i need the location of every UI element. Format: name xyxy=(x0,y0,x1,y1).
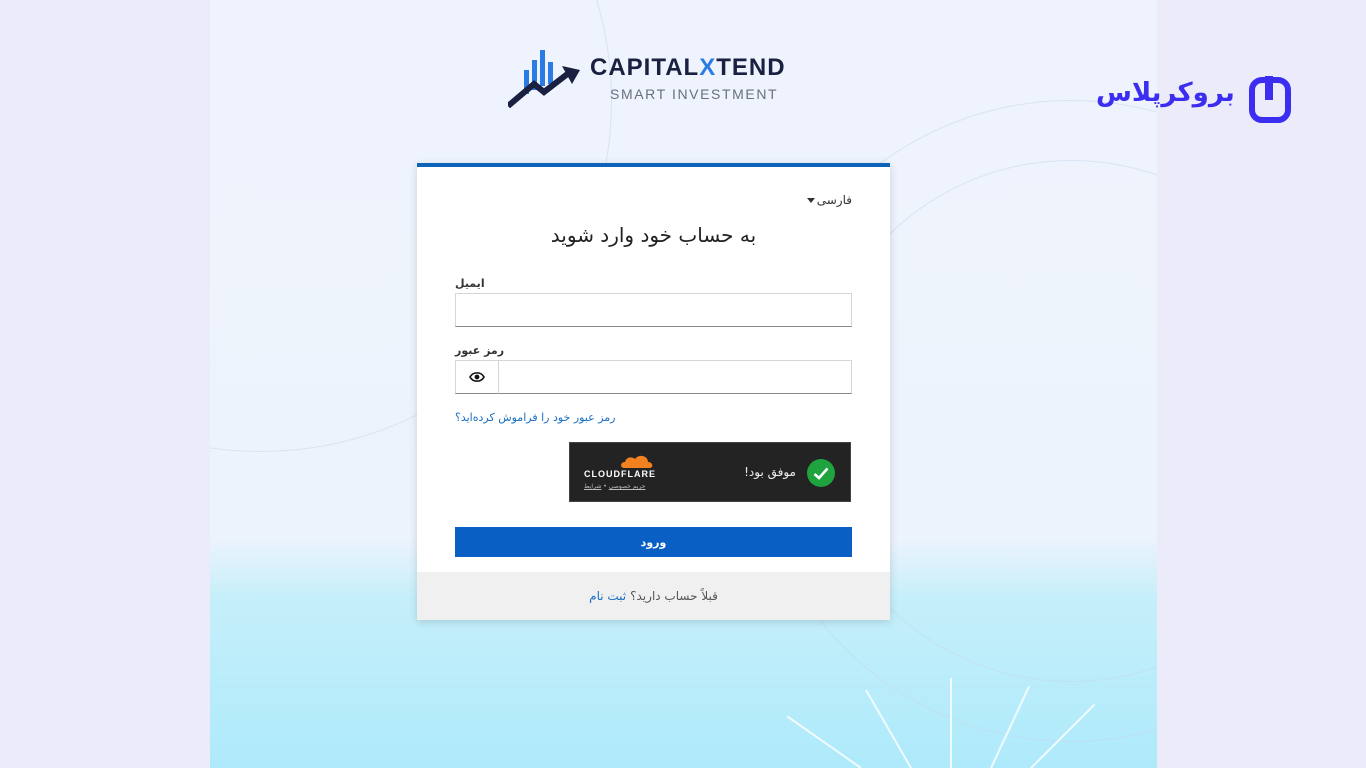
light-ray xyxy=(950,678,952,768)
eye-icon xyxy=(469,372,485,382)
password-visibility-toggle[interactable] xyxy=(455,360,499,394)
terms-link[interactable]: شرایط xyxy=(584,483,601,490)
brand-tagline: SMART INVESTMENT xyxy=(610,86,779,102)
footer-text: قبلاً حساب دارید؟ xyxy=(630,589,718,603)
page-title: به حساب خود وارد شوید xyxy=(550,223,757,247)
chart-arrow-icon xyxy=(506,50,580,109)
brand-name-prefix: CAPITAL xyxy=(590,54,700,81)
caret-down-icon xyxy=(806,197,815,203)
password-label: رمز عبور xyxy=(455,344,505,357)
light-ray xyxy=(865,689,912,768)
captcha-links: حریم خصوصی • شرایط xyxy=(584,483,645,490)
checkmark-icon xyxy=(813,467,829,480)
captcha-link-separator: • xyxy=(603,483,607,490)
privacy-link[interactable]: حریم خصوصی xyxy=(609,483,646,490)
email-label: ایمیل xyxy=(455,277,485,290)
brokerplus-watermark: بروکرپلاس xyxy=(1096,74,1292,124)
brokerplus-logo-icon xyxy=(1249,76,1291,123)
cloudflare-cloud-icon xyxy=(621,455,653,468)
register-link[interactable]: ثبت نام xyxy=(589,589,626,603)
email-field[interactable] xyxy=(455,293,852,327)
brand-name: CAPITALXTEND xyxy=(590,54,786,82)
light-ray xyxy=(786,715,862,768)
login-button[interactable]: ورود xyxy=(455,527,852,557)
capitalxtend-logo: CAPITALXTEND SMART INVESTMENT xyxy=(506,48,808,109)
forgot-password-link[interactable]: رمز عبور خود را فراموش کرده‌اید؟ xyxy=(455,411,615,424)
language-label: فارسی xyxy=(816,193,852,207)
brand-name-x: X xyxy=(699,54,717,81)
captcha-status-text: موفق بود! xyxy=(744,465,796,479)
captcha-status-indicator xyxy=(807,459,835,487)
password-field[interactable] xyxy=(498,360,852,394)
language-selector[interactable]: فارسی xyxy=(806,193,852,207)
watermark-text: بروکرپلاس xyxy=(1096,78,1235,108)
login-card: فارسی به حساب خود وارد شوید ایمیل رمز عب… xyxy=(417,163,890,620)
card-footer: قبلاً حساب دارید؟ ثبت نام xyxy=(417,572,890,620)
brand-name-suffix: TEND xyxy=(716,54,786,81)
cloudflare-captcha-widget[interactable]: موفق بود! CLOUDFLARE حریم خصوصی • شرایط xyxy=(569,442,851,502)
cloudflare-wordmark: CLOUDFLARE xyxy=(584,469,656,479)
